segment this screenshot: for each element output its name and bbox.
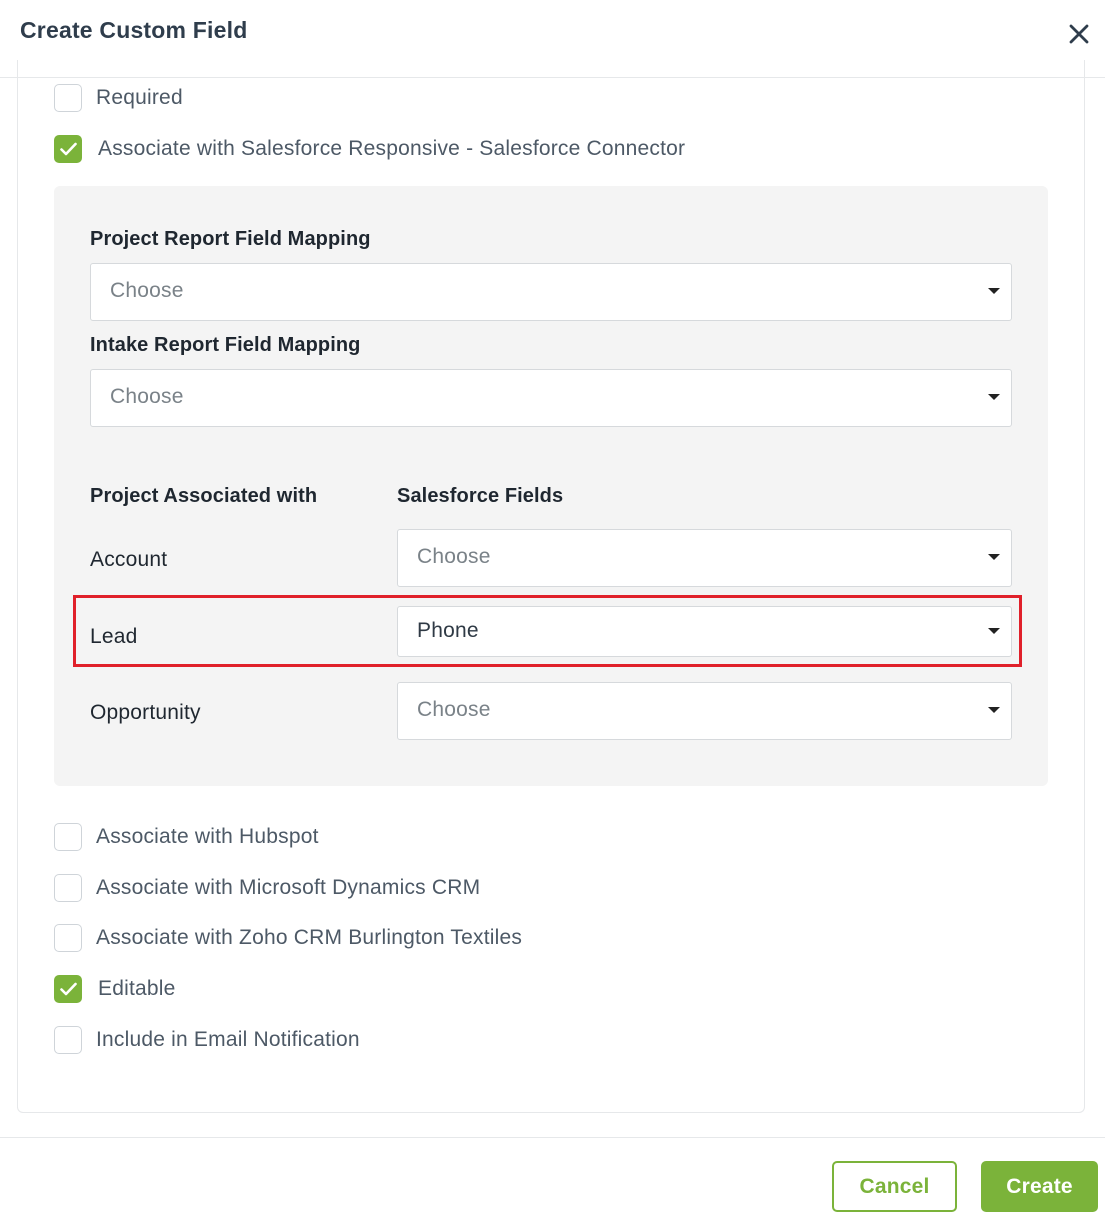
intake-report-mapping-select[interactable]: Choose xyxy=(90,369,1012,427)
zoho-checkbox-row[interactable]: Associate with Zoho CRM Burlington Texti… xyxy=(54,924,522,952)
opportunity-field-value: Choose xyxy=(417,698,491,721)
editable-checkbox[interactable] xyxy=(54,975,82,1003)
project-associated-column-header: Project Associated with xyxy=(90,485,318,507)
editable-label: Editable xyxy=(98,977,176,1000)
intake-report-mapping-value: Choose xyxy=(110,385,184,408)
opportunity-label: Opportunity xyxy=(90,701,201,724)
project-report-mapping-value: Choose xyxy=(110,279,184,302)
project-report-mapping-select[interactable]: Choose xyxy=(90,263,1012,321)
salesforce-fields-column-header: Salesforce Fields xyxy=(397,485,564,507)
lead-field-select[interactable]: Phone xyxy=(397,606,1012,657)
salesforce-checkbox-row[interactable]: Associate with Salesforce Responsive - S… xyxy=(54,135,685,163)
dialog-title: Create Custom Field xyxy=(20,17,248,43)
intake-report-mapping-label: Intake Report Field Mapping xyxy=(90,334,361,356)
dynamics-checkbox-row[interactable]: Associate with Microsoft Dynamics CRM xyxy=(54,874,480,902)
create-button[interactable]: Create xyxy=(981,1161,1098,1212)
required-checkbox-row[interactable]: Required xyxy=(54,84,183,112)
required-checkbox[interactable] xyxy=(54,84,82,112)
checkmark-icon xyxy=(60,982,77,996)
opportunity-field-select[interactable]: Choose xyxy=(397,682,1012,740)
salesforce-checkbox[interactable] xyxy=(54,135,82,163)
email-notification-label: Include in Email Notification xyxy=(96,1028,360,1051)
cancel-button[interactable]: Cancel xyxy=(832,1161,957,1212)
salesforce-label: Associate with Salesforce Responsive - S… xyxy=(98,137,686,160)
dynamics-label: Associate with Microsoft Dynamics CRM xyxy=(96,876,481,899)
caret-down-icon xyxy=(988,288,1000,294)
email-notification-checkbox-row[interactable]: Include in Email Notification xyxy=(54,1026,360,1054)
account-field-select[interactable]: Choose xyxy=(397,529,1012,587)
hubspot-checkbox[interactable] xyxy=(54,823,82,851)
lead-field-value: Phone xyxy=(417,619,479,642)
zoho-checkbox[interactable] xyxy=(54,924,82,952)
lead-label: Lead xyxy=(90,625,138,648)
account-field-value: Choose xyxy=(417,545,491,568)
close-icon[interactable] xyxy=(1063,18,1095,50)
caret-down-icon xyxy=(988,707,1000,713)
editable-checkbox-row[interactable]: Editable xyxy=(54,975,176,1003)
caret-down-icon xyxy=(988,628,1000,634)
dynamics-checkbox[interactable] xyxy=(54,874,82,902)
caret-down-icon xyxy=(988,394,1000,400)
required-label: Required xyxy=(96,86,183,109)
footer-divider xyxy=(0,1137,1105,1138)
account-label: Account xyxy=(90,548,168,571)
zoho-label: Associate with Zoho CRM Burlington Texti… xyxy=(96,926,523,949)
checkmark-icon xyxy=(60,142,77,156)
hubspot-checkbox-row[interactable]: Associate with Hubspot xyxy=(54,823,319,851)
hubspot-label: Associate with Hubspot xyxy=(96,825,319,848)
project-report-mapping-label: Project Report Field Mapping xyxy=(90,228,371,250)
caret-down-icon xyxy=(988,554,1000,560)
email-notification-checkbox[interactable] xyxy=(54,1026,82,1054)
